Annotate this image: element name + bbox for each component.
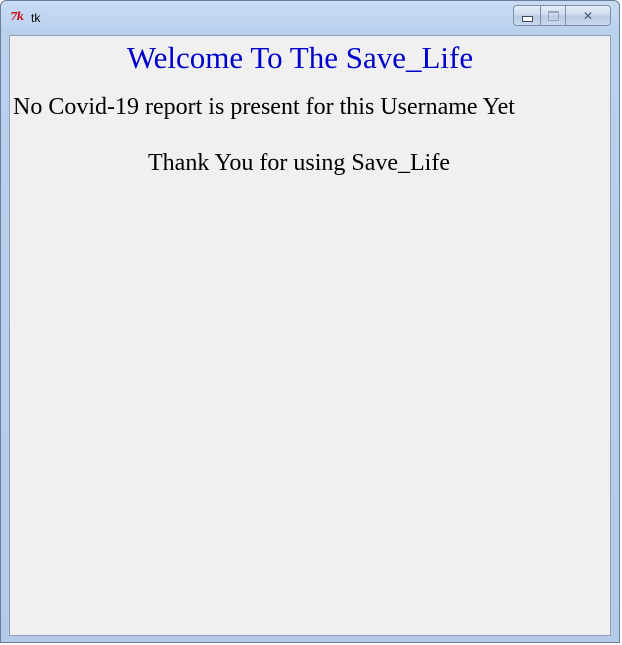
- window-client-area: Welcome To The Save_Life No Covid-19 rep…: [9, 35, 611, 636]
- welcome-heading: Welcome To The Save_Life: [126, 40, 474, 75]
- report-status-label: No Covid-19 report is present for this U…: [13, 94, 515, 120]
- window-controls: ✕: [513, 5, 611, 26]
- title-bar[interactable]: 7k tk ✕: [1, 1, 619, 32]
- close-button[interactable]: ✕: [565, 6, 610, 25]
- minimize-icon: [521, 15, 533, 22]
- window-title: tk: [31, 11, 41, 25]
- tk-feather-icon: 7k: [10, 10, 24, 23]
- close-icon: ✕: [582, 8, 594, 23]
- maximize-button[interactable]: [540, 6, 565, 25]
- maximize-icon: [547, 10, 559, 21]
- minimize-button[interactable]: [514, 6, 540, 25]
- thank-you-label: Thank You for using Save_Life: [148, 150, 450, 176]
- app-window: 7k tk ✕ Welcome To The Save_Life No Covi…: [0, 0, 620, 643]
